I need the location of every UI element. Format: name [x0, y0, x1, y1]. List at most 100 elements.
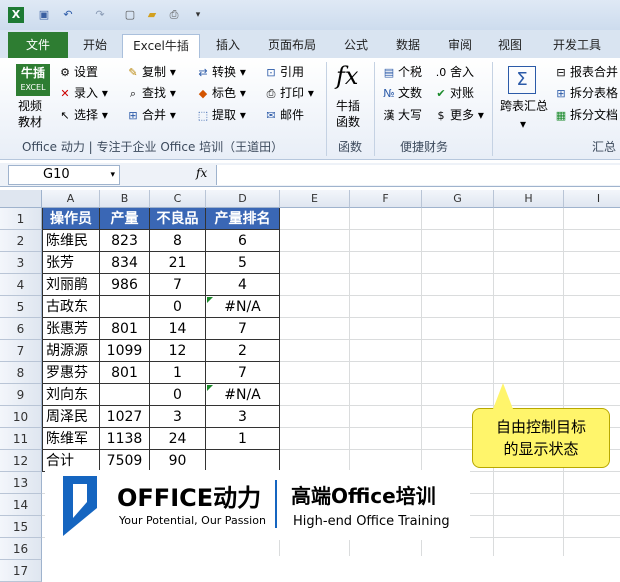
table-cell[interactable]: 胡源源: [43, 340, 100, 362]
table-cell[interactable]: 4: [206, 274, 280, 296]
split-doc-button[interactable]: ▦ 拆分文档: [554, 107, 618, 124]
row-header[interactable]: 2: [0, 230, 42, 252]
row-header[interactable]: 7: [0, 340, 42, 362]
tax-button[interactable]: ▤ 个税: [382, 64, 422, 81]
table-cell[interactable]: 1: [150, 362, 206, 384]
niucha-logo-button[interactable]: 牛插 EXCEL: [16, 64, 50, 96]
table-cell[interactable]: 罗惠芬: [43, 362, 100, 384]
table-cell[interactable]: 7: [206, 362, 280, 384]
table-cell[interactable]: [100, 384, 150, 406]
insert-function-icon[interactable]: fx: [196, 166, 207, 180]
table-cell[interactable]: #N/A: [206, 384, 280, 406]
reference-button[interactable]: ⊡ 引用: [264, 64, 304, 81]
row-header[interactable]: 6: [0, 318, 42, 340]
excel-logo-icon[interactable]: X: [8, 7, 24, 23]
table-cell[interactable]: 801: [100, 362, 150, 384]
tab-data[interactable]: 数据: [388, 36, 428, 58]
redo-icon[interactable]: ↷: [92, 7, 108, 23]
chevron-down-icon[interactable]: ▾: [110, 166, 115, 184]
table-cell[interactable]: 1099: [100, 340, 150, 362]
table-cell[interactable]: 刘向东: [43, 384, 100, 406]
table-cell[interactable]: 801: [100, 318, 150, 340]
error-indicator-icon[interactable]: [207, 385, 213, 391]
merge-button[interactable]: ⊞ 合并 ▾: [126, 107, 175, 124]
table-cell[interactable]: 古政东: [43, 296, 100, 318]
table-cell[interactable]: 3: [150, 406, 206, 428]
row-header[interactable]: 9: [0, 384, 42, 406]
table-cell[interactable]: 834: [100, 252, 150, 274]
column-header[interactable]: A: [42, 190, 100, 208]
settings-button[interactable]: ⚙ 设置: [58, 64, 98, 81]
summary-button[interactable]: 跨表汇总: [500, 98, 548, 114]
tab-excel-niucha[interactable]: Excel牛插: [122, 34, 200, 58]
numtext-button[interactable]: № 文数: [382, 85, 422, 102]
table-cell[interactable]: 90: [150, 450, 206, 472]
table-cell[interactable]: 陈维军: [43, 428, 100, 450]
tab-view[interactable]: 视图: [490, 36, 530, 58]
table-cell[interactable]: 1: [206, 428, 280, 450]
video-l2[interactable]: 教材: [18, 114, 42, 130]
tab-file[interactable]: 文件: [8, 32, 68, 58]
row-header[interactable]: 14: [0, 494, 42, 516]
table-cell[interactable]: 0: [150, 296, 206, 318]
tab-home[interactable]: 开始: [74, 36, 116, 58]
table-cell[interactable]: 14: [150, 318, 206, 340]
row-header[interactable]: 8: [0, 362, 42, 384]
table-cell[interactable]: 6: [206, 230, 280, 252]
tab-review[interactable]: 审阅: [440, 36, 480, 58]
table-cell[interactable]: 2: [206, 340, 280, 362]
name-box[interactable]: G10 ▾: [8, 165, 120, 185]
header-cell[interactable]: 产量排名: [206, 208, 280, 230]
table-cell[interactable]: 8: [150, 230, 206, 252]
copy-button[interactable]: ✎ 复制 ▾: [126, 64, 175, 81]
table-cell[interactable]: #N/A: [206, 296, 280, 318]
table-cell[interactable]: 张惠芳: [43, 318, 100, 340]
func-l2[interactable]: 函数: [336, 114, 360, 130]
table-cell[interactable]: [100, 296, 150, 318]
header-cell[interactable]: 不良品: [150, 208, 206, 230]
new-icon[interactable]: ▢: [122, 7, 138, 23]
column-header[interactable]: E: [280, 190, 350, 208]
split-table-button[interactable]: ⊞ 拆分表格: [554, 85, 618, 102]
table-cell[interactable]: 24: [150, 428, 206, 450]
func-l1[interactable]: 牛插: [336, 98, 360, 114]
column-header[interactable]: C: [150, 190, 206, 208]
table-cell[interactable]: 12: [150, 340, 206, 362]
table-cell[interactable]: 张芳: [43, 252, 100, 274]
tab-developer[interactable]: 开发工具: [544, 36, 610, 58]
find-button[interactable]: ⌕ 查找 ▾: [126, 85, 176, 102]
column-header[interactable]: B: [100, 190, 150, 208]
caps-button[interactable]: 漢大写: [382, 107, 423, 124]
report-merge-button[interactable]: ⊟ 报表合并: [554, 64, 618, 81]
table-cell[interactable]: 3: [206, 406, 280, 428]
table-cell[interactable]: 7: [206, 318, 280, 340]
table-cell[interactable]: 0: [150, 384, 206, 406]
row-header[interactable]: 13: [0, 472, 42, 494]
column-header[interactable]: D: [206, 190, 280, 208]
table-cell[interactable]: 1138: [100, 428, 150, 450]
row-header[interactable]: 12: [0, 450, 42, 472]
table-cell[interactable]: 合计: [43, 450, 100, 472]
select-button[interactable]: ↖ 选择 ▾: [58, 107, 107, 124]
table-cell[interactable]: 823: [100, 230, 150, 252]
row-header[interactable]: 10: [0, 406, 42, 428]
sum-icon[interactable]: Σ: [508, 66, 536, 94]
row-header[interactable]: 3: [0, 252, 42, 274]
mail-button[interactable]: ✉ 邮件: [264, 107, 304, 124]
undo-icon[interactable]: ↶: [60, 7, 76, 23]
summary-dropdown-icon[interactable]: ▾: [520, 116, 526, 132]
table-cell[interactable]: [206, 450, 280, 472]
formula-input[interactable]: [216, 165, 620, 185]
print-preview-icon[interactable]: ⎙: [166, 7, 182, 23]
convert-button[interactable]: ⇄ 转换 ▾: [196, 64, 245, 81]
column-header[interactable]: H: [494, 190, 564, 208]
header-cell[interactable]: 产量: [100, 208, 150, 230]
print-button[interactable]: ⎙ 打印 ▾: [264, 85, 314, 102]
column-header[interactable]: G: [422, 190, 494, 208]
table-cell[interactable]: 5: [206, 252, 280, 274]
header-cell[interactable]: 操作员: [43, 208, 100, 230]
row-header[interactable]: 17: [0, 560, 42, 582]
table-cell[interactable]: 7509: [100, 450, 150, 472]
table-cell[interactable]: 陈维民: [43, 230, 100, 252]
video-l1[interactable]: 视频: [18, 98, 42, 114]
